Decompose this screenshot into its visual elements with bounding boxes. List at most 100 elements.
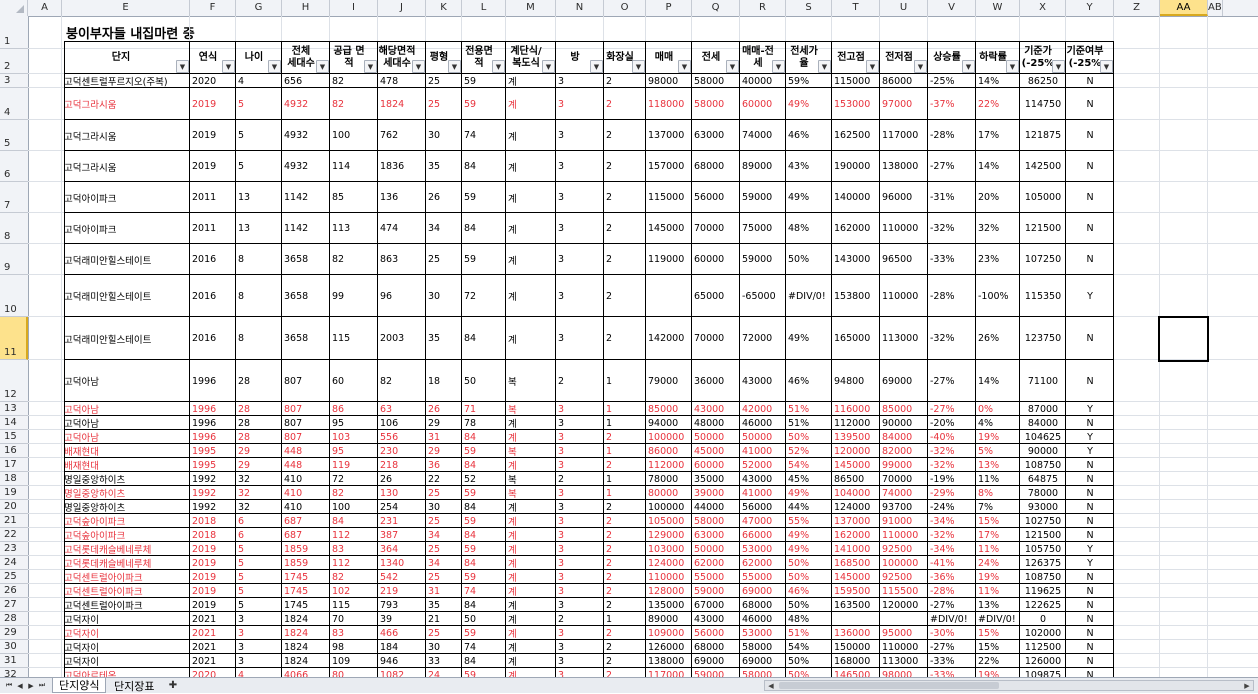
data-cell[interactable]: 184 (378, 640, 426, 654)
data-cell[interactable]: 190000 (832, 151, 880, 182)
data-cell[interactable]: -25% (928, 74, 976, 88)
data-cell[interactable]: #DIV/0! (786, 275, 832, 317)
data-cell[interactable]: 3 (556, 416, 604, 430)
data-cell[interactable]: 137000 (832, 514, 880, 528)
data-cell[interactable]: -27% (928, 151, 976, 182)
data-cell[interactable]: -37% (928, 88, 976, 120)
data-cell[interactable]: 254 (378, 500, 426, 514)
data-cell[interactable]: 48% (786, 612, 832, 626)
data-cell[interactable]: 1745 (282, 570, 330, 584)
data-cell[interactable]: 157000 (646, 151, 692, 182)
data-cell[interactable]: 계 (506, 213, 556, 244)
data-cell[interactable]: 364 (378, 542, 426, 556)
data-cell[interactable]: 863 (378, 244, 426, 275)
data-cell[interactable]: 807 (282, 416, 330, 430)
data-cell[interactable]: 116000 (832, 402, 880, 416)
data-cell[interactable]: 13 (236, 182, 282, 213)
data-cell[interactable]: 계 (506, 584, 556, 598)
data-cell[interactable]: 1824 (282, 640, 330, 654)
data-cell[interactable]: N (1066, 486, 1114, 500)
data-cell[interactable]: 793 (378, 598, 426, 612)
data-cell[interactable]: 115 (330, 317, 378, 360)
data-cell[interactable]: 2 (556, 472, 604, 486)
complex-name-cell[interactable]: 고덕숲아이파크 (62, 514, 190, 528)
data-cell[interactable]: -32% (928, 444, 976, 458)
data-cell[interactable]: 계 (506, 430, 556, 444)
data-cell[interactable]: 138000 (880, 151, 928, 182)
data-cell[interactable]: 1824 (378, 88, 426, 120)
row-header-9[interactable]: 9 (0, 244, 28, 275)
sheet-tab-2[interactable]: 단지장표 (108, 678, 160, 693)
data-cell[interactable]: 63000 (692, 120, 740, 151)
data-cell[interactable]: 72000 (740, 317, 786, 360)
horizontal-scrollbar[interactable]: ◀ ▶ (764, 680, 1254, 691)
data-cell[interactable]: 74000 (880, 486, 928, 500)
data-cell[interactable]: 3 (556, 213, 604, 244)
data-cell[interactable]: 687 (282, 528, 330, 542)
data-cell[interactable]: 24 (426, 668, 462, 678)
data-cell[interactable]: 2 (604, 514, 646, 528)
complex-name-cell[interactable]: 고덕롯데캐슬베네루체 (62, 542, 190, 556)
data-cell[interactable]: 1745 (282, 584, 330, 598)
data-cell[interactable]: 복 (506, 360, 556, 402)
data-cell[interactable]: 4932 (282, 120, 330, 151)
data-cell[interactable]: 25 (426, 570, 462, 584)
data-cell[interactable]: -27% (928, 598, 976, 612)
data-cell[interactable]: -100% (976, 275, 1020, 317)
data-cell[interactable]: 2 (604, 654, 646, 668)
data-cell[interactable]: 1996 (190, 360, 236, 402)
row-header-4[interactable]: 4 (0, 88, 28, 120)
data-cell[interactable]: 108750 (1020, 570, 1066, 584)
data-cell[interactable]: 3658 (282, 275, 330, 317)
data-cell[interactable]: 55000 (740, 570, 786, 584)
data-cell[interactable]: 68000 (692, 640, 740, 654)
sheet-tab-1[interactable]: 단지양식 (52, 678, 107, 693)
data-cell[interactable]: 23% (976, 244, 1020, 275)
data-cell[interactable]: 2019 (190, 542, 236, 556)
data-cell[interactable]: 96000 (880, 182, 928, 213)
data-cell[interactable]: 84000 (880, 430, 928, 444)
data-cell[interactable]: 3658 (282, 317, 330, 360)
data-cell[interactable]: 3 (556, 556, 604, 570)
data-cell[interactable]: 3 (236, 654, 282, 668)
data-cell[interactable]: 22% (976, 88, 1020, 120)
data-cell[interactable]: 124000 (832, 500, 880, 514)
filter-dropdown-icon[interactable]: ▼ (590, 60, 603, 73)
complex-name-cell[interactable]: 고덕롯데캐슬베네루체 (62, 556, 190, 570)
data-cell[interactable]: 153000 (832, 88, 880, 120)
data-cell[interactable]: #DIV/0! (928, 612, 976, 626)
data-cell[interactable]: 70000 (692, 213, 740, 244)
data-cell[interactable]: 59 (462, 444, 506, 458)
data-cell[interactable]: 34 (426, 528, 462, 542)
data-cell[interactable]: 85 (330, 182, 378, 213)
data-cell[interactable]: 110000 (880, 640, 928, 654)
complex-name-cell[interactable]: 명일중앙하이츠 (62, 486, 190, 500)
data-cell[interactable]: 13% (976, 458, 1020, 472)
data-cell[interactable]: 계 (506, 654, 556, 668)
data-cell[interactable]: -20% (928, 416, 976, 430)
data-cell[interactable]: 48000 (692, 416, 740, 430)
data-cell[interactable]: 2 (604, 500, 646, 514)
data-cell[interactable]: 3 (556, 500, 604, 514)
data-cell[interactable]: 3 (556, 640, 604, 654)
data-cell[interactable]: N (1066, 458, 1114, 472)
data-cell[interactable]: 410 (282, 486, 330, 500)
scroll-right-icon[interactable]: ▶ (1241, 681, 1253, 690)
filter-dropdown-icon[interactable]: ▼ (1052, 60, 1065, 73)
column-header-o[interactable]: O (604, 0, 646, 16)
data-cell[interactable]: 50% (786, 598, 832, 612)
data-cell[interactable]: 120000 (832, 444, 880, 458)
data-cell[interactable]: 71 (462, 402, 506, 416)
data-cell[interactable]: 5 (236, 556, 282, 570)
data-cell[interactable]: 687 (282, 514, 330, 528)
data-cell[interactable]: 117000 (880, 120, 928, 151)
complex-name-cell[interactable]: 고덕아남 (62, 360, 190, 402)
data-cell[interactable]: 43000 (740, 472, 786, 486)
data-cell[interactable]: -32% (928, 458, 976, 472)
data-cell[interactable]: 2021 (190, 612, 236, 626)
data-cell[interactable]: 4% (976, 416, 1020, 430)
data-cell[interactable]: -32% (928, 317, 976, 360)
data-cell[interactable]: 50000 (692, 430, 740, 444)
row-header-3[interactable]: 3 (0, 74, 28, 88)
data-cell[interactable]: 2 (604, 151, 646, 182)
